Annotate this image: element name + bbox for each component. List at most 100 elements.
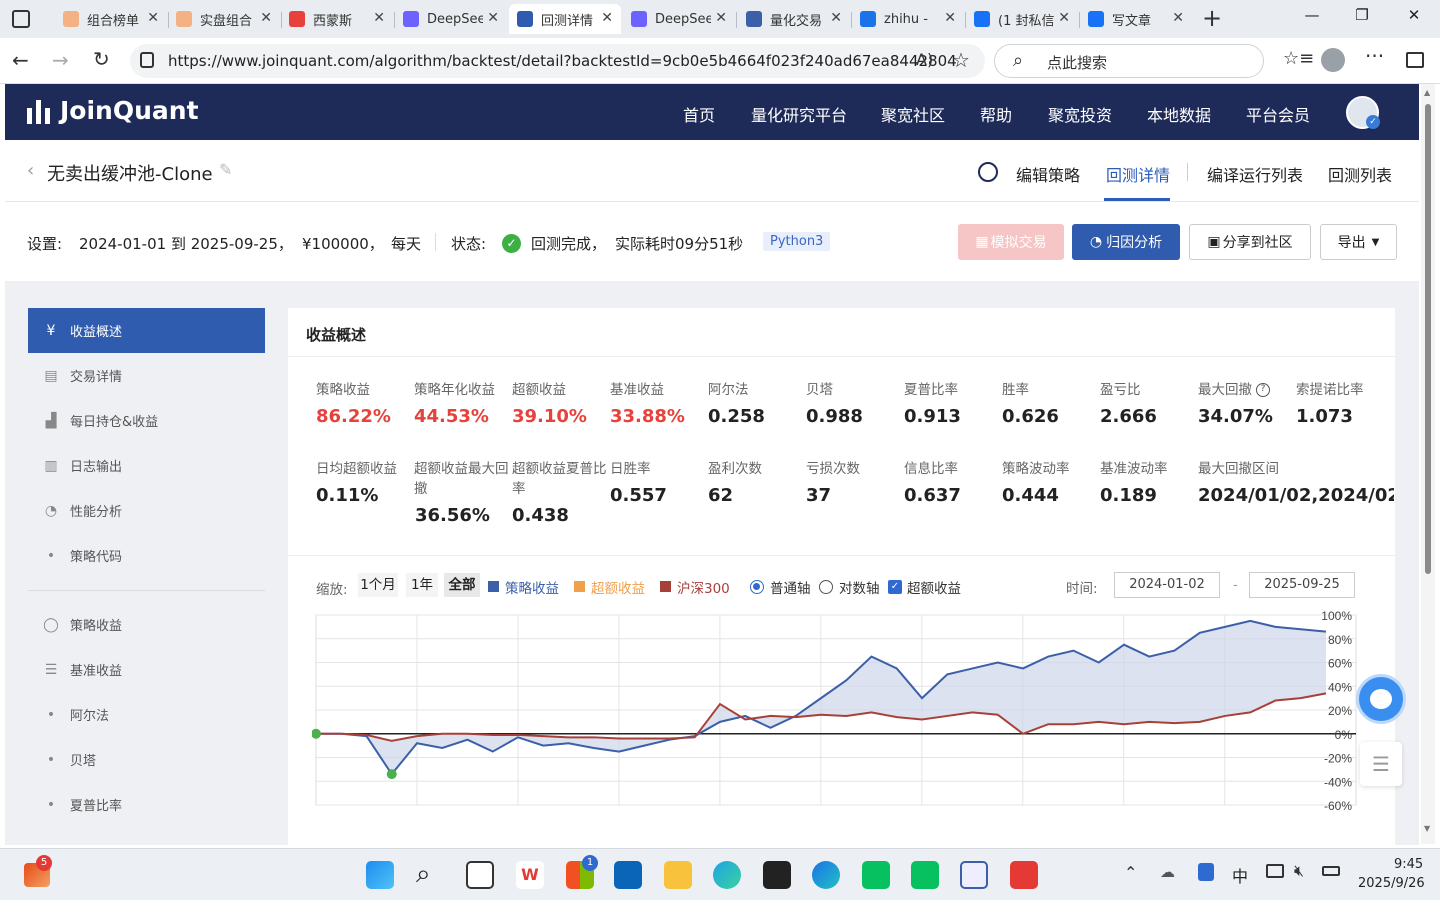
page-scrollbar[interactable]: ▲ ▼ bbox=[1421, 84, 1435, 844]
tab-close-icon[interactable]: ✕ bbox=[944, 10, 956, 26]
clock-date[interactable]: 2025/9/26 bbox=[1358, 876, 1425, 891]
returns-chart[interactable]: 100% 80% 60% 40% 20% 0% -20% -40% -60% bbox=[312, 611, 1387, 811]
file-explorer-icon[interactable] bbox=[664, 861, 692, 889]
browser-tab[interactable]: 西蒙斯 ✕ bbox=[281, 4, 393, 34]
browser-tab[interactable]: DeepSeek✕ bbox=[395, 4, 507, 34]
browser-tab[interactable]: 实盘组合 ✕ bbox=[168, 4, 280, 34]
attribution-button[interactable]: ◔ 归因分析 bbox=[1072, 224, 1180, 260]
axis-radio-label[interactable]: 普通轴 bbox=[770, 577, 811, 597]
app-cube-icon[interactable] bbox=[763, 861, 791, 889]
tab-close-icon[interactable]: ✕ bbox=[147, 10, 159, 26]
battery-icon[interactable] bbox=[1322, 866, 1340, 876]
axis-radio[interactable] bbox=[819, 580, 833, 594]
browser-search-box[interactable]: ⌕ 点此搜索 bbox=[994, 44, 1264, 78]
browser-tab[interactable]: 量化交易 ✕ bbox=[738, 4, 850, 34]
site-logo-text[interactable]: JoinQuant bbox=[60, 96, 199, 125]
tray-chevron-icon[interactable]: ⌃ bbox=[1124, 863, 1137, 882]
scroll-thumb[interactable] bbox=[1425, 104, 1431, 574]
browser-tab[interactable]: (1 封私信 ✕ bbox=[966, 4, 1078, 34]
sidebar-item[interactable]: • 夏普比率 bbox=[28, 782, 265, 827]
link-backtest-list[interactable]: 回测列表 bbox=[1328, 162, 1392, 186]
refresh-icon[interactable]: ↻ bbox=[93, 47, 110, 71]
link-edit-strategy[interactable]: 编辑策略 bbox=[1016, 162, 1080, 186]
red-app-icon[interactable] bbox=[1010, 861, 1038, 889]
back-icon[interactable]: ← bbox=[12, 48, 29, 72]
search-app-icon[interactable] bbox=[960, 861, 988, 889]
scroll-down-icon[interactable]: ▼ bbox=[1424, 824, 1430, 833]
start-date-input[interactable]: 2024-01-02 bbox=[1114, 572, 1220, 598]
tab-close-icon[interactable]: ✕ bbox=[1172, 10, 1184, 26]
profile-avatar[interactable] bbox=[1321, 48, 1345, 72]
axis-radio[interactable] bbox=[750, 580, 764, 594]
sidebar-item[interactable]: • 策略代码 bbox=[28, 533, 265, 578]
url-field[interactable]: https://www.joinquant.com/algorithm/back… bbox=[130, 44, 985, 78]
clock-time[interactable]: 9:45 bbox=[1394, 857, 1423, 872]
wps-icon[interactable]: W bbox=[516, 861, 544, 889]
browser-tab[interactable]: DeepSeek✕ bbox=[623, 4, 735, 34]
sidebar-item[interactable]: ◔ 性能分析 bbox=[28, 488, 265, 533]
site-nav-item[interactable]: 平台会员 bbox=[1246, 102, 1310, 126]
browser-tab[interactable]: 写文章 ✕ bbox=[1080, 4, 1192, 34]
sidebar-item[interactable]: • 阿尔法 bbox=[28, 692, 265, 737]
search-taskbar-icon[interactable]: ⌕ bbox=[416, 859, 431, 890]
network-off-icon[interactable]: ☁ bbox=[1160, 863, 1175, 881]
outlook-icon[interactable] bbox=[614, 861, 642, 889]
sidebar-item[interactable]: ◯ 策略收益 bbox=[28, 602, 265, 647]
maximize-icon[interactable]: ❐ bbox=[1342, 6, 1382, 24]
sidebar-item[interactable]: ▤ 交易详情 bbox=[28, 353, 265, 398]
sidebar-item[interactable]: ☰ 基准收益 bbox=[28, 647, 265, 692]
browser-tab[interactable]: 回测详情 ✕ bbox=[509, 4, 621, 34]
simulate-trade-button[interactable]: ▦ 模拟交易 bbox=[958, 224, 1064, 260]
new-tab-button[interactable]: + bbox=[1202, 4, 1222, 32]
end-date-input[interactable]: 2025-09-25 bbox=[1249, 572, 1355, 598]
wechat-icon[interactable] bbox=[911, 861, 939, 889]
tab-close-icon[interactable]: ✕ bbox=[487, 10, 499, 26]
site-nav-item[interactable]: 量化研究平台 bbox=[751, 102, 847, 126]
volume-muted-icon[interactable]: 🔇︎ bbox=[1294, 861, 1304, 881]
scroll-up-icon[interactable]: ▲ bbox=[1424, 88, 1430, 97]
link-backtest-detail[interactable]: 回测详情 bbox=[1106, 162, 1170, 186]
excess-checkbox-label[interactable]: 超额收益 bbox=[907, 577, 961, 597]
lock-icon[interactable] bbox=[140, 52, 154, 68]
sidebar-item[interactable]: ▟ 每日持仓&收益 bbox=[28, 398, 265, 443]
sidebar-item[interactable]: • 贝塔 bbox=[28, 737, 265, 782]
favorites-icon[interactable]: ☆≡ bbox=[1283, 48, 1314, 69]
legend-label[interactable]: 策略收益 bbox=[505, 577, 559, 597]
legend-swatch[interactable] bbox=[488, 581, 499, 592]
more-icon[interactable]: ··· bbox=[1365, 44, 1384, 68]
ime-indicator[interactable]: 中 bbox=[1232, 863, 1248, 887]
browser-tab[interactable]: zhihu - ✕ bbox=[852, 4, 964, 34]
customer-service-icon[interactable] bbox=[1356, 674, 1406, 724]
task-view-icon[interactable] bbox=[466, 861, 494, 889]
share-community-button[interactable]: ▣ 分享到社区 bbox=[1189, 224, 1311, 260]
user-avatar[interactable]: ✓ bbox=[1346, 96, 1380, 129]
security-shield-icon[interactable] bbox=[1198, 863, 1214, 881]
legend-swatch[interactable] bbox=[660, 581, 671, 592]
legend-label[interactable]: 沪深300 bbox=[677, 577, 730, 597]
minimize-icon[interactable]: — bbox=[1292, 6, 1332, 24]
site-nav-item[interactable]: 首页 bbox=[683, 102, 715, 126]
sidebar-item[interactable]: ¥ 收益概述 bbox=[28, 308, 265, 353]
read-aloud-icon[interactable]: A) bbox=[916, 50, 933, 69]
tab-close-icon[interactable]: ✕ bbox=[715, 10, 727, 26]
tab-close-icon[interactable]: ✕ bbox=[1058, 10, 1070, 26]
site-nav-item[interactable]: 本地数据 bbox=[1147, 102, 1211, 126]
close-window-icon[interactable]: ✕ bbox=[1394, 6, 1434, 24]
tab-close-icon[interactable]: ✕ bbox=[260, 10, 272, 26]
toc-list-icon[interactable]: ☰ bbox=[1360, 742, 1402, 786]
edge-icon[interactable] bbox=[713, 861, 741, 889]
joinquant-logo-icon[interactable] bbox=[27, 100, 53, 124]
start-icon[interactable] bbox=[366, 861, 394, 889]
zoom-option[interactable]: 全部 bbox=[444, 573, 480, 597]
axis-radio-label[interactable]: 对数轴 bbox=[839, 577, 880, 597]
site-nav-item[interactable]: 聚宽投资 bbox=[1048, 102, 1112, 126]
site-nav-item[interactable]: 聚宽社区 bbox=[881, 102, 945, 126]
tab-close-icon[interactable]: ✕ bbox=[373, 10, 385, 26]
forward-icon[interactable]: → bbox=[52, 48, 69, 72]
site-nav-item[interactable]: 帮助 bbox=[980, 102, 1012, 126]
help-icon[interactable]: ? bbox=[1256, 383, 1270, 397]
zoom-option[interactable]: 1个月 bbox=[358, 573, 398, 597]
legend-label[interactable]: 超额收益 bbox=[591, 577, 645, 597]
sidebar-toggle-icon[interactable] bbox=[1406, 52, 1424, 68]
tab-close-icon[interactable]: ✕ bbox=[830, 10, 842, 26]
